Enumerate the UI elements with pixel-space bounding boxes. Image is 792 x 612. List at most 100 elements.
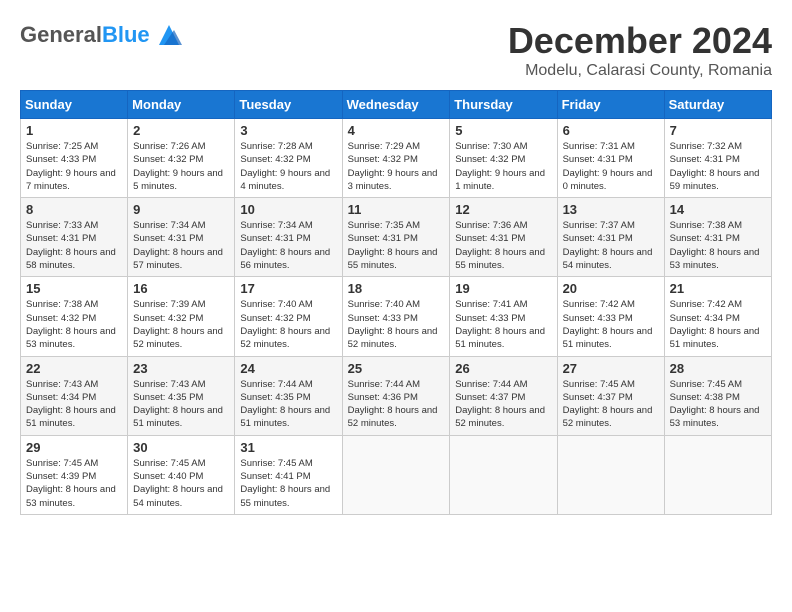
day-info: Sunrise: 7:33 AM Sunset: 4:31 PM Dayligh… — [26, 219, 122, 272]
calendar-cell: 27 Sunrise: 7:45 AM Sunset: 4:37 PM Dayli… — [557, 356, 664, 435]
day-info: Sunrise: 7:45 AM Sunset: 4:40 PM Dayligh… — [133, 457, 229, 510]
day-info: Sunrise: 7:38 AM Sunset: 4:31 PM Dayligh… — [670, 219, 766, 272]
day-info: Sunrise: 7:45 AM Sunset: 4:37 PM Dayligh… — [563, 378, 659, 431]
calendar-cell: 31 Sunrise: 7:45 AM Sunset: 4:41 PM Dayli… — [235, 435, 342, 514]
calendar-cell: 22Sunrise: 7:43 AM Sunset: 4:34 PM Dayli… — [21, 356, 128, 435]
day-number: 14 — [670, 202, 766, 217]
calendar-cell: 25Sunrise: 7:44 AM Sunset: 4:36 PM Dayli… — [342, 356, 450, 435]
calendar-cell: 1 Sunrise: 7:25 AM Sunset: 4:33 PM Daylig… — [21, 119, 128, 198]
day-info: Sunrise: 7:32 AM Sunset: 4:31 PM Dayligh… — [670, 140, 766, 193]
day-info: Sunrise: 7:45 AM Sunset: 4:39 PM Dayligh… — [26, 457, 122, 510]
day-info: Sunrise: 7:43 AM Sunset: 4:35 PM Dayligh… — [133, 378, 229, 431]
day-info: Sunrise: 7:29 AM Sunset: 4:32 PM Dayligh… — [348, 140, 445, 193]
logo-icon — [154, 20, 184, 50]
calendar-cell: 14 Sunrise: 7:38 AM Sunset: 4:31 PM Dayli… — [664, 198, 771, 277]
calendar-cell: 2 Sunrise: 7:26 AM Sunset: 4:32 PM Daylig… — [128, 119, 235, 198]
title-block: December 2024 Modelu, Calarasi County, R… — [508, 20, 772, 80]
day-number: 21 — [670, 281, 766, 296]
day-info: Sunrise: 7:38 AM Sunset: 4:32 PM Dayligh… — [26, 298, 122, 351]
day-info: Sunrise: 7:36 AM Sunset: 4:31 PM Dayligh… — [455, 219, 551, 272]
day-info: Sunrise: 7:41 AM Sunset: 4:33 PM Dayligh… — [455, 298, 551, 351]
calendar-cell — [557, 435, 664, 514]
calendar-cell — [664, 435, 771, 514]
calendar-cell: 16Sunrise: 7:39 AM Sunset: 4:32 PM Dayli… — [128, 277, 235, 356]
calendar-cell: 5 Sunrise: 7:30 AM Sunset: 4:32 PM Daylig… — [450, 119, 557, 198]
calendar-cell: 18 Sunrise: 7:40 AM Sunset: 4:33 PM Dayli… — [342, 277, 450, 356]
day-info: Sunrise: 7:42 AM Sunset: 4:33 PM Dayligh… — [563, 298, 659, 351]
day-info: Sunrise: 7:45 AM Sunset: 4:38 PM Dayligh… — [670, 378, 766, 431]
calendar-cell: 3 Sunrise: 7:28 AM Sunset: 4:32 PM Daylig… — [235, 119, 342, 198]
day-number: 18 — [348, 281, 445, 296]
day-number: 3 — [240, 123, 336, 138]
calendar-cell: 8Sunrise: 7:33 AM Sunset: 4:31 PM Daylig… — [21, 198, 128, 277]
calendar-week-row: 22Sunrise: 7:43 AM Sunset: 4:34 PM Dayli… — [21, 356, 772, 435]
day-number: 15 — [26, 281, 122, 296]
calendar-cell — [450, 435, 557, 514]
day-info: Sunrise: 7:31 AM Sunset: 4:31 PM Dayligh… — [563, 140, 659, 193]
day-info: Sunrise: 7:37 AM Sunset: 4:31 PM Dayligh… — [563, 219, 659, 272]
day-number: 5 — [455, 123, 551, 138]
day-number: 24 — [240, 361, 336, 376]
calendar-cell: 28Sunrise: 7:45 AM Sunset: 4:38 PM Dayli… — [664, 356, 771, 435]
logo: GeneralBlue — [20, 20, 184, 50]
calendar-cell: 4 Sunrise: 7:29 AM Sunset: 4:32 PM Daylig… — [342, 119, 450, 198]
calendar-cell — [342, 435, 450, 514]
column-header-monday: Monday — [128, 91, 235, 119]
calendar-cell: 19 Sunrise: 7:41 AM Sunset: 4:33 PM Dayli… — [450, 277, 557, 356]
calendar-cell: 7 Sunrise: 7:32 AM Sunset: 4:31 PM Daylig… — [664, 119, 771, 198]
calendar-cell: 6Sunrise: 7:31 AM Sunset: 4:31 PM Daylig… — [557, 119, 664, 198]
calendar-cell: 21 Sunrise: 7:42 AM Sunset: 4:34 PM Dayli… — [664, 277, 771, 356]
day-number: 2 — [133, 123, 229, 138]
day-number: 17 — [240, 281, 336, 296]
calendar-table: SundayMondayTuesdayWednesdayThursdayFrid… — [20, 90, 772, 515]
day-number: 1 — [26, 123, 122, 138]
calendar-week-row: 1 Sunrise: 7:25 AM Sunset: 4:33 PM Daylig… — [21, 119, 772, 198]
column-header-thursday: Thursday — [450, 91, 557, 119]
calendar-cell: 9 Sunrise: 7:34 AM Sunset: 4:31 PM Daylig… — [128, 198, 235, 277]
day-number: 29 — [26, 440, 122, 455]
calendar-cell: 24 Sunrise: 7:44 AM Sunset: 4:35 PM Dayli… — [235, 356, 342, 435]
calendar-week-row: 15 Sunrise: 7:38 AM Sunset: 4:32 PM Dayli… — [21, 277, 772, 356]
day-info: Sunrise: 7:45 AM Sunset: 4:41 PM Dayligh… — [240, 457, 336, 510]
calendar-cell: 15 Sunrise: 7:38 AM Sunset: 4:32 PM Dayli… — [21, 277, 128, 356]
calendar-cell: 30 Sunrise: 7:45 AM Sunset: 4:40 PM Dayli… — [128, 435, 235, 514]
calendar-cell: 12 Sunrise: 7:36 AM Sunset: 4:31 PM Dayli… — [450, 198, 557, 277]
column-header-saturday: Saturday — [664, 91, 771, 119]
day-number: 23 — [133, 361, 229, 376]
day-number: 31 — [240, 440, 336, 455]
day-number: 27 — [563, 361, 659, 376]
day-info: Sunrise: 7:26 AM Sunset: 4:32 PM Dayligh… — [133, 140, 229, 193]
day-number: 7 — [670, 123, 766, 138]
calendar-header-row: SundayMondayTuesdayWednesdayThursdayFrid… — [21, 91, 772, 119]
calendar-cell: 10Sunrise: 7:34 AM Sunset: 4:31 PM Dayli… — [235, 198, 342, 277]
day-number: 13 — [563, 202, 659, 217]
day-info: Sunrise: 7:28 AM Sunset: 4:32 PM Dayligh… — [240, 140, 336, 193]
day-info: Sunrise: 7:42 AM Sunset: 4:34 PM Dayligh… — [670, 298, 766, 351]
day-number: 19 — [455, 281, 551, 296]
day-number: 12 — [455, 202, 551, 217]
logo-blue-text: Blue — [102, 22, 150, 47]
column-header-tuesday: Tuesday — [235, 91, 342, 119]
day-info: Sunrise: 7:25 AM Sunset: 4:33 PM Dayligh… — [26, 140, 122, 193]
day-info: Sunrise: 7:30 AM Sunset: 4:32 PM Dayligh… — [455, 140, 551, 193]
calendar-cell: 23 Sunrise: 7:43 AM Sunset: 4:35 PM Dayli… — [128, 356, 235, 435]
day-number: 30 — [133, 440, 229, 455]
day-info: Sunrise: 7:40 AM Sunset: 4:33 PM Dayligh… — [348, 298, 445, 351]
column-header-friday: Friday — [557, 91, 664, 119]
day-info: Sunrise: 7:44 AM Sunset: 4:35 PM Dayligh… — [240, 378, 336, 431]
day-number: 25 — [348, 361, 445, 376]
calendar-cell: 11Sunrise: 7:35 AM Sunset: 4:31 PM Dayli… — [342, 198, 450, 277]
logo-general-text: General — [20, 22, 102, 47]
calendar-cell: 20Sunrise: 7:42 AM Sunset: 4:33 PM Dayli… — [557, 277, 664, 356]
calendar-week-row: 29 Sunrise: 7:45 AM Sunset: 4:39 PM Dayli… — [21, 435, 772, 514]
day-info: Sunrise: 7:44 AM Sunset: 4:37 PM Dayligh… — [455, 378, 551, 431]
day-info: Sunrise: 7:34 AM Sunset: 4:31 PM Dayligh… — [240, 219, 336, 272]
calendar-cell: 29 Sunrise: 7:45 AM Sunset: 4:39 PM Dayli… — [21, 435, 128, 514]
day-number: 9 — [133, 202, 229, 217]
day-info: Sunrise: 7:34 AM Sunset: 4:31 PM Dayligh… — [133, 219, 229, 272]
day-number: 4 — [348, 123, 445, 138]
month-title: December 2024 — [508, 20, 772, 62]
calendar-cell: 26Sunrise: 7:44 AM Sunset: 4:37 PM Dayli… — [450, 356, 557, 435]
day-number: 16 — [133, 281, 229, 296]
day-number: 11 — [348, 202, 445, 217]
